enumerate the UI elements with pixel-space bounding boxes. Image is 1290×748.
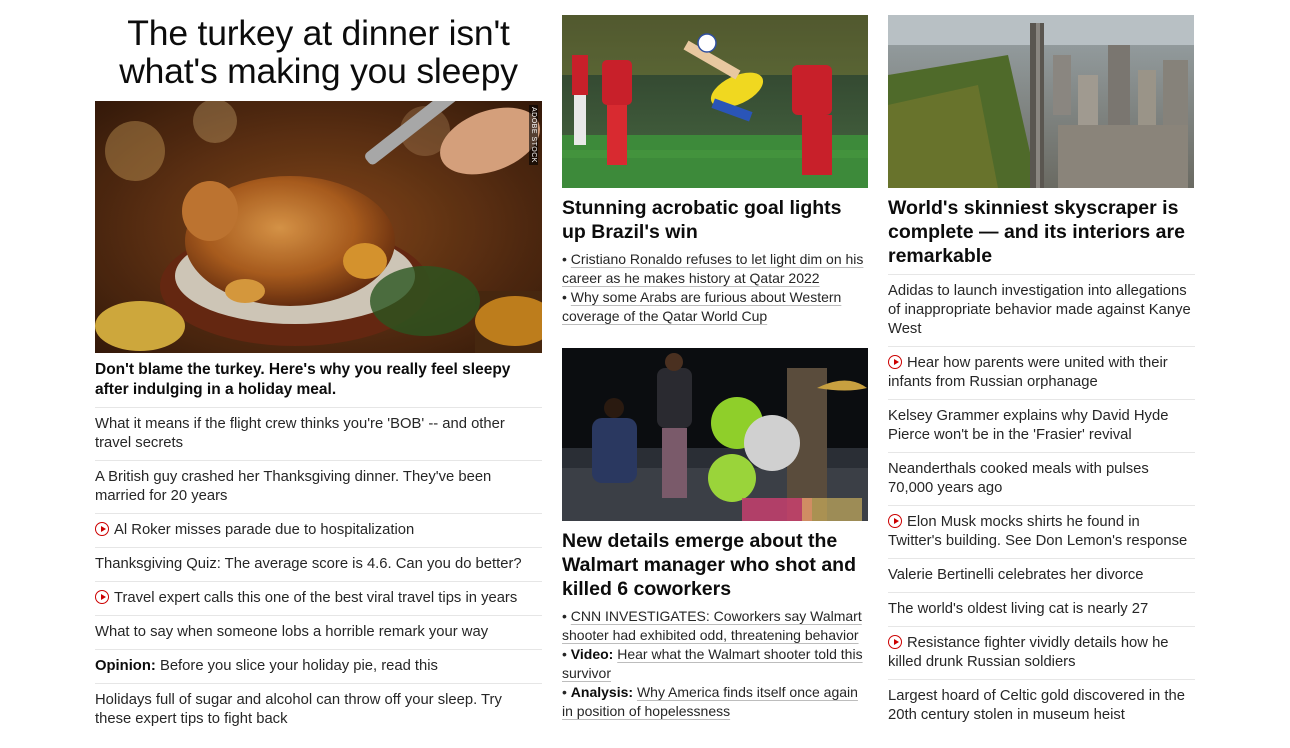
- list-item[interactable]: Neanderthals cooked meals with pulses 70…: [888, 453, 1195, 506]
- list-item[interactable]: A British guy crashed her Thanksgiving d…: [95, 461, 542, 514]
- column-middle: Stunning acrobatic goal lights up Brazil…: [562, 0, 868, 721]
- list-item-text: Adidas to launch investigation into alle…: [888, 283, 1191, 337]
- story-sublinks: • CNN INVESTIGATES: Coworkers say Walmar…: [562, 607, 868, 721]
- image-credit: ADOBE STOCK: [529, 105, 538, 165]
- story-image-vigil[interactable]: [562, 348, 868, 521]
- list-item-text: Valerie Bertinelli celebrates her divorc…: [888, 567, 1144, 583]
- sublink[interactable]: • Cristiano Ronaldo refuses to let light…: [562, 250, 868, 288]
- list-item[interactable]: Holidays full of sugar and alcohol can t…: [95, 684, 542, 736]
- story-headline-skyscraper[interactable]: World's skinniest skyscraper is complete…: [888, 196, 1195, 275]
- list-item-text: Before you slice your holiday pie, read …: [159, 658, 438, 674]
- list-item-text: Kelsey Grammer explains why David Hyde P…: [888, 408, 1169, 443]
- sublink-text: CNN INVESTIGATES: Coworkers say Walmart …: [562, 608, 862, 643]
- hero-caption-link[interactable]: Don't blame the turkey. Here's why you r…: [95, 360, 542, 408]
- analysis-label: Analysis:: [570, 684, 634, 700]
- list-item[interactable]: Kelsey Grammer explains why David Hyde P…: [888, 400, 1195, 453]
- video-play-icon: [95, 590, 109, 604]
- list-item-text: Holidays full of sugar and alcohol can t…: [95, 692, 502, 727]
- video-play-icon: [888, 355, 902, 369]
- list-item-text: The world's oldest living cat is nearly …: [888, 601, 1149, 617]
- list-item-text: What it means if the flight crew thinks …: [95, 416, 505, 451]
- story-sublinks: • Cristiano Ronaldo refuses to let light…: [562, 250, 868, 326]
- list-item[interactable]: Opinion: Before you slice your holiday p…: [95, 650, 542, 684]
- list-item[interactable]: Al Roker misses parade due to hospitaliz…: [95, 514, 542, 548]
- right-headline-list: Adidas to launch investigation into alle…: [888, 275, 1195, 732]
- list-item[interactable]: Travel expert calls this one of the best…: [95, 582, 542, 616]
- story-image-soccer[interactable]: [562, 15, 868, 188]
- list-item[interactable]: Largest hoard of Celtic gold discovered …: [888, 680, 1195, 732]
- list-item-text: Elon Musk mocks shirts he found in Twitt…: [888, 514, 1188, 549]
- list-item[interactable]: What to say when someone lobs a horrible…: [95, 616, 542, 650]
- list-item-text: Travel expert calls this one of the best…: [114, 590, 518, 606]
- list-item[interactable]: Valerie Bertinelli celebrates her divorc…: [888, 559, 1195, 593]
- list-item-text: Neanderthals cooked meals with pulses 70…: [888, 461, 1149, 496]
- left-headline-list: What it means if the flight crew thinks …: [95, 408, 542, 736]
- list-item[interactable]: Resistance fighter vividly details how h…: [888, 627, 1195, 680]
- list-item[interactable]: Thanksgiving Quiz: The average score is …: [95, 548, 542, 582]
- list-item-text: Al Roker misses parade due to hospitaliz…: [114, 522, 415, 538]
- list-item[interactable]: Hear how parents were united with their …: [888, 347, 1195, 400]
- hero-image-turkey[interactable]: ADOBE STOCK: [95, 101, 542, 353]
- list-item-text: Resistance fighter vividly details how h…: [888, 635, 1169, 670]
- video-play-icon: [888, 514, 902, 528]
- story-image-skyscraper[interactable]: [888, 15, 1194, 188]
- sublink-text: Cristiano Ronaldo refuses to let light d…: [562, 251, 864, 286]
- opinion-label: Opinion:: [95, 658, 156, 674]
- column-left: The turkey at dinner isn't what's making…: [95, 0, 542, 736]
- sublink-text: Why some Arabs are furious about Western…: [562, 289, 842, 324]
- video-play-icon: [95, 522, 109, 536]
- list-item[interactable]: What it means if the flight crew thinks …: [95, 408, 542, 461]
- list-item[interactable]: Elon Musk mocks shirts he found in Twitt…: [888, 506, 1195, 559]
- sublink[interactable]: • CNN INVESTIGATES: Coworkers say Walmar…: [562, 607, 868, 645]
- list-item-text: Largest hoard of Celtic gold discovered …: [888, 688, 1185, 723]
- column-right: World's skinniest skyscraper is complete…: [888, 0, 1195, 732]
- list-item-text: Hear how parents were united with their …: [888, 355, 1168, 390]
- sublink[interactable]: • Why some Arabs are furious about Weste…: [562, 288, 868, 326]
- story-headline-brazil[interactable]: Stunning acrobatic goal lights up Brazil…: [562, 196, 868, 244]
- list-item[interactable]: The world's oldest living cat is nearly …: [888, 593, 1195, 627]
- list-item-text: What to say when someone lobs a horrible…: [95, 624, 489, 640]
- sublink[interactable]: • Video: Hear what the Walmart shooter t…: [562, 645, 868, 683]
- list-item-text: A British guy crashed her Thanksgiving d…: [95, 469, 492, 504]
- list-item[interactable]: Adidas to launch investigation into alle…: [888, 275, 1195, 347]
- hero-headline[interactable]: The turkey at dinner isn't what's making…: [95, 14, 542, 90]
- sublink[interactable]: • Analysis: Why America finds itself onc…: [562, 683, 868, 721]
- story-headline-walmart[interactable]: New details emerge about the Walmart man…: [562, 529, 868, 601]
- video-label: Video:: [570, 646, 614, 662]
- video-play-icon: [888, 635, 902, 649]
- list-item-text: Thanksgiving Quiz: The average score is …: [95, 556, 522, 572]
